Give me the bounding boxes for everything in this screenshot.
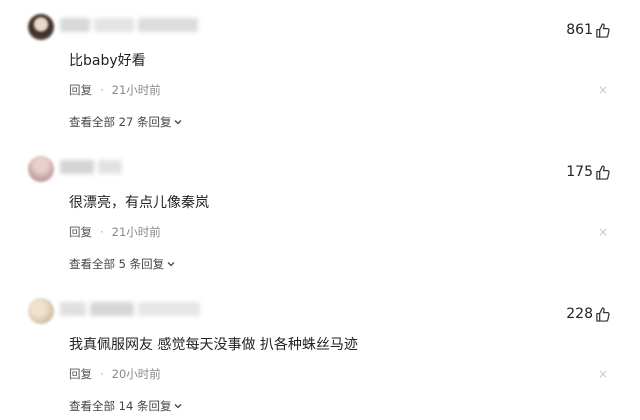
comment-text: 我真佩服网友 感觉每天没事做 扒各种蛛丝马迹 bbox=[69, 337, 358, 353]
close-icon[interactable]: × bbox=[598, 84, 608, 96]
reply-button[interactable]: 回复 bbox=[69, 82, 92, 98]
view-all-replies-label: 查看全部 27 条回复 bbox=[69, 115, 172, 129]
comment-meta: 回复 · 21小时前 bbox=[69, 224, 161, 240]
meta-separator: · bbox=[100, 225, 104, 239]
like-button[interactable]: 228 bbox=[566, 306, 610, 322]
view-all-replies-label: 查看全部 14 条回复 bbox=[69, 399, 172, 413]
reply-button[interactable]: 回复 bbox=[69, 366, 92, 382]
comment-text: 很漂亮，有点儿像秦岚 bbox=[69, 195, 209, 211]
username-blurred[interactable] bbox=[60, 298, 200, 320]
like-count: 861 bbox=[566, 22, 593, 38]
view-all-replies-link[interactable]: 查看全部 14 条回复 bbox=[69, 398, 183, 414]
view-all-replies-link[interactable]: 查看全部 27 条回复 bbox=[69, 114, 183, 130]
avatar[interactable] bbox=[28, 156, 54, 182]
meta-separator: · bbox=[100, 83, 104, 97]
username-blurred[interactable] bbox=[60, 14, 200, 36]
like-button[interactable]: 861 bbox=[566, 22, 610, 38]
like-count: 175 bbox=[566, 164, 593, 180]
like-count: 228 bbox=[566, 306, 593, 322]
reply-button[interactable]: 回复 bbox=[69, 224, 92, 240]
chevron-down-icon bbox=[174, 120, 182, 125]
avatar[interactable] bbox=[28, 14, 54, 40]
comment-list: 861 比baby好看 回复 · 21小时前 × 查看全部 27 条回复 175 bbox=[0, 0, 640, 420]
comment-time: 21小时前 bbox=[111, 83, 161, 97]
thumbs-up-icon bbox=[596, 22, 610, 38]
thumbs-up-icon bbox=[596, 164, 610, 180]
comment-time: 20小时前 bbox=[111, 367, 161, 381]
thumbs-up-icon bbox=[596, 306, 610, 322]
comment-time: 21小时前 bbox=[111, 225, 161, 239]
view-all-replies-link[interactable]: 查看全部 5 条回复 bbox=[69, 256, 176, 272]
close-icon[interactable]: × bbox=[598, 368, 608, 380]
chevron-down-icon bbox=[174, 404, 182, 409]
comment-meta: 回复 · 21小时前 bbox=[69, 82, 161, 98]
comment-meta: 回复 · 20小时前 bbox=[69, 366, 161, 382]
view-all-replies-label: 查看全部 5 条回复 bbox=[69, 257, 165, 271]
comment-item: 228 我真佩服网友 感觉每天没事做 扒各种蛛丝马迹 回复 · 20小时前 × … bbox=[0, 284, 640, 420]
comment-item: 861 比baby好看 回复 · 21小时前 × 查看全部 27 条回复 bbox=[0, 0, 640, 142]
like-button[interactable]: 175 bbox=[566, 164, 610, 180]
comment-text: 比baby好看 bbox=[69, 53, 146, 69]
username-blurred[interactable] bbox=[60, 156, 200, 178]
avatar[interactable] bbox=[28, 298, 54, 324]
meta-separator: · bbox=[100, 367, 104, 381]
comment-item: 175 很漂亮，有点儿像秦岚 回复 · 21小时前 × 查看全部 5 条回复 bbox=[0, 142, 640, 284]
chevron-down-icon bbox=[167, 262, 175, 267]
close-icon[interactable]: × bbox=[598, 226, 608, 238]
